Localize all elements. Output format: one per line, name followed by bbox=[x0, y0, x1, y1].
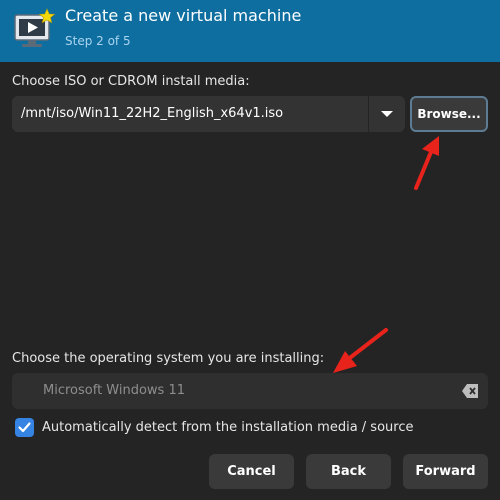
annotation-arrow-os bbox=[333, 328, 388, 373]
annotation-arrow-browse bbox=[414, 136, 439, 190]
annotation-overlay bbox=[333, 136, 439, 373]
